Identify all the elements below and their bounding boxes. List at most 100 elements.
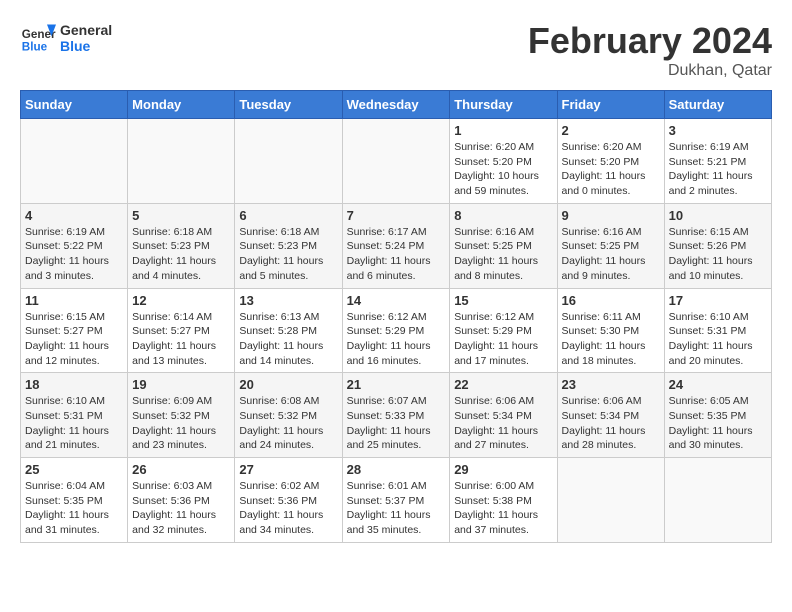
calendar-header-cell: Thursday (450, 91, 557, 119)
day-info: Sunrise: 6:20 AM Sunset: 5:20 PM Dayligh… (454, 140, 552, 199)
calendar-day-cell (557, 458, 664, 543)
calendar-week-row: 25 Sunrise: 6:04 AM Sunset: 5:35 PM Dayli… (21, 458, 772, 543)
calendar-header: SundayMondayTuesdayWednesdayThursdayFrid… (21, 91, 772, 119)
calendar-table: SundayMondayTuesdayWednesdayThursdayFrid… (20, 90, 772, 543)
calendar-header-cell: Wednesday (342, 91, 450, 119)
calendar-day-cell: 26 Sunrise: 6:03 AM Sunset: 5:36 PM Dayli… (128, 458, 235, 543)
calendar-day-cell: 23 Sunrise: 6:06 AM Sunset: 5:34 PM Dayli… (557, 373, 664, 458)
day-info: Sunrise: 6:09 AM Sunset: 5:32 PM Dayligh… (132, 394, 230, 453)
calendar-header-cell: Monday (128, 91, 235, 119)
day-number: 3 (669, 123, 767, 138)
day-info: Sunrise: 6:07 AM Sunset: 5:33 PM Dayligh… (347, 394, 446, 453)
calendar-day-cell: 15 Sunrise: 6:12 AM Sunset: 5:29 PM Dayli… (450, 288, 557, 373)
day-info: Sunrise: 6:08 AM Sunset: 5:32 PM Dayligh… (239, 394, 337, 453)
calendar-day-cell: 20Sunrise: 6:08 AM Sunset: 5:32 PM Dayli… (235, 373, 342, 458)
day-number: 29 (454, 462, 552, 477)
day-number: 24 (669, 377, 767, 392)
calendar-day-cell: 10 Sunrise: 6:15 AM Sunset: 5:26 PM Dayli… (664, 203, 771, 288)
day-info: Sunrise: 6:04 AM Sunset: 5:35 PM Dayligh… (25, 479, 123, 538)
day-info: Sunrise: 6:18 AM Sunset: 5:23 PM Dayligh… (239, 225, 337, 284)
calendar-day-cell: 11 Sunrise: 6:15 AM Sunset: 5:27 PM Dayli… (21, 288, 128, 373)
day-number: 6 (239, 208, 337, 223)
logo-line1: General (60, 22, 112, 38)
calendar-day-cell: 29Sunrise: 6:00 AM Sunset: 5:38 PM Dayli… (450, 458, 557, 543)
calendar-day-cell: 4Sunrise: 6:19 AM Sunset: 5:22 PM Daylig… (21, 203, 128, 288)
calendar-header-cell: Friday (557, 91, 664, 119)
day-number: 22 (454, 377, 552, 392)
day-info: Sunrise: 6:15 AM Sunset: 5:27 PM Dayligh… (25, 310, 123, 369)
day-number: 10 (669, 208, 767, 223)
title-block: February 2024 Dukhan, Qatar (528, 20, 772, 80)
day-number: 16 (562, 293, 660, 308)
day-number: 18 (25, 377, 123, 392)
day-number: 15 (454, 293, 552, 308)
day-number: 19 (132, 377, 230, 392)
day-info: Sunrise: 6:11 AM Sunset: 5:30 PM Dayligh… (562, 310, 660, 369)
day-info: Sunrise: 6:12 AM Sunset: 5:29 PM Dayligh… (454, 310, 552, 369)
day-info: Sunrise: 6:19 AM Sunset: 5:21 PM Dayligh… (669, 140, 767, 199)
calendar-day-cell: 28Sunrise: 6:01 AM Sunset: 5:37 PM Dayli… (342, 458, 450, 543)
calendar-day-cell: 1 Sunrise: 6:20 AM Sunset: 5:20 PM Daylig… (450, 119, 557, 204)
calendar-day-cell: 19 Sunrise: 6:09 AM Sunset: 5:32 PM Dayli… (128, 373, 235, 458)
day-info: Sunrise: 6:13 AM Sunset: 5:28 PM Dayligh… (239, 310, 337, 369)
day-info: Sunrise: 6:20 AM Sunset: 5:20 PM Dayligh… (562, 140, 660, 199)
calendar-day-cell: 13 Sunrise: 6:13 AM Sunset: 5:28 PM Dayli… (235, 288, 342, 373)
calendar-header-row: SundayMondayTuesdayWednesdayThursdayFrid… (21, 91, 772, 119)
day-info: Sunrise: 6:10 AM Sunset: 5:31 PM Dayligh… (669, 310, 767, 369)
day-number: 25 (25, 462, 123, 477)
calendar-week-row: 1 Sunrise: 6:20 AM Sunset: 5:20 PM Daylig… (21, 119, 772, 204)
day-info: Sunrise: 6:15 AM Sunset: 5:26 PM Dayligh… (669, 225, 767, 284)
calendar-day-cell: 18 Sunrise: 6:10 AM Sunset: 5:31 PM Dayli… (21, 373, 128, 458)
calendar-day-cell: 17 Sunrise: 6:10 AM Sunset: 5:31 PM Dayli… (664, 288, 771, 373)
day-info: Sunrise: 6:17 AM Sunset: 5:24 PM Dayligh… (347, 225, 446, 284)
day-info: Sunrise: 6:16 AM Sunset: 5:25 PM Dayligh… (562, 225, 660, 284)
day-info: Sunrise: 6:19 AM Sunset: 5:22 PM Dayligh… (25, 225, 123, 284)
calendar-header-cell: Sunday (21, 91, 128, 119)
svg-text:Blue: Blue (22, 41, 48, 54)
calendar-day-cell (128, 119, 235, 204)
calendar-day-cell (342, 119, 450, 204)
calendar-week-row: 11 Sunrise: 6:15 AM Sunset: 5:27 PM Dayli… (21, 288, 772, 373)
calendar-day-cell (664, 458, 771, 543)
day-info: Sunrise: 6:12 AM Sunset: 5:29 PM Dayligh… (347, 310, 446, 369)
day-info: Sunrise: 6:14 AM Sunset: 5:27 PM Dayligh… (132, 310, 230, 369)
calendar-week-row: 4Sunrise: 6:19 AM Sunset: 5:22 PM Daylig… (21, 203, 772, 288)
calendar-header-cell: Tuesday (235, 91, 342, 119)
day-info: Sunrise: 6:06 AM Sunset: 5:34 PM Dayligh… (562, 394, 660, 453)
day-number: 26 (132, 462, 230, 477)
day-info: Sunrise: 6:05 AM Sunset: 5:35 PM Dayligh… (669, 394, 767, 453)
calendar-day-cell: 22 Sunrise: 6:06 AM Sunset: 5:34 PM Dayli… (450, 373, 557, 458)
day-info: Sunrise: 6:06 AM Sunset: 5:34 PM Dayligh… (454, 394, 552, 453)
calendar-header-cell: Saturday (664, 91, 771, 119)
day-number: 14 (347, 293, 446, 308)
logo: General Blue General Blue (20, 20, 112, 56)
calendar-day-cell: 27Sunrise: 6:02 AM Sunset: 5:36 PM Dayli… (235, 458, 342, 543)
calendar-day-cell: 8Sunrise: 6:16 AM Sunset: 5:25 PM Daylig… (450, 203, 557, 288)
subtitle: Dukhan, Qatar (528, 62, 772, 80)
day-info: Sunrise: 6:03 AM Sunset: 5:36 PM Dayligh… (132, 479, 230, 538)
main-title: February 2024 (528, 20, 772, 62)
logo-icon: General Blue (20, 20, 56, 56)
day-number: 27 (239, 462, 337, 477)
day-number: 12 (132, 293, 230, 308)
calendar-day-cell: 2Sunrise: 6:20 AM Sunset: 5:20 PM Daylig… (557, 119, 664, 204)
page-header: General Blue General Blue February 2024 … (20, 20, 772, 80)
day-number: 1 (454, 123, 552, 138)
calendar-day-cell (21, 119, 128, 204)
day-number: 17 (669, 293, 767, 308)
calendar-day-cell: 9 Sunrise: 6:16 AM Sunset: 5:25 PM Daylig… (557, 203, 664, 288)
day-number: 23 (562, 377, 660, 392)
day-info: Sunrise: 6:10 AM Sunset: 5:31 PM Dayligh… (25, 394, 123, 453)
day-number: 21 (347, 377, 446, 392)
day-number: 5 (132, 208, 230, 223)
calendar-day-cell: 7Sunrise: 6:17 AM Sunset: 5:24 PM Daylig… (342, 203, 450, 288)
day-number: 13 (239, 293, 337, 308)
day-number: 9 (562, 208, 660, 223)
calendar-day-cell (235, 119, 342, 204)
day-number: 11 (25, 293, 123, 308)
day-number: 28 (347, 462, 446, 477)
day-number: 8 (454, 208, 552, 223)
calendar-day-cell: 25 Sunrise: 6:04 AM Sunset: 5:35 PM Dayli… (21, 458, 128, 543)
calendar-day-cell: 16 Sunrise: 6:11 AM Sunset: 5:30 PM Dayli… (557, 288, 664, 373)
calendar-day-cell: 3 Sunrise: 6:19 AM Sunset: 5:21 PM Daylig… (664, 119, 771, 204)
